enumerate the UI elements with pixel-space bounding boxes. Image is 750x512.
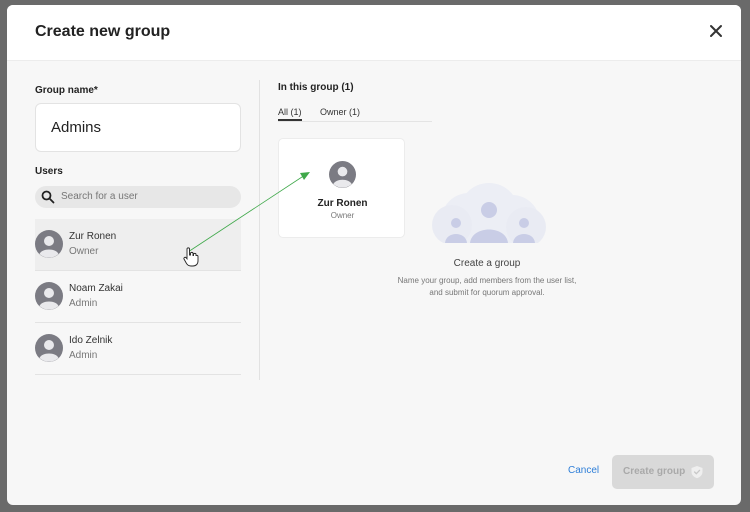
- group-name-input[interactable]: Admins: [35, 103, 241, 152]
- create-group-label: Create group: [623, 466, 686, 477]
- user-row-zur-ronen[interactable]: Zur Ronen Owner: [35, 219, 241, 271]
- member-name: Zur Ronen: [317, 198, 368, 209]
- user-row-noam-zakai[interactable]: Noam Zakai Admin: [35, 271, 241, 323]
- user-name: Zur Ronen: [69, 231, 117, 242]
- shield-check-icon: [691, 466, 703, 479]
- member-card-zur-ronen[interactable]: Zur Ronen Owner: [278, 138, 405, 238]
- close-icon[interactable]: [707, 22, 725, 40]
- user-row-ido-zelnik[interactable]: Ido Zelnik Admin: [35, 323, 241, 375]
- search-icon: [41, 190, 55, 204]
- user-search-input[interactable]: Search for a user: [35, 186, 241, 208]
- tab-owner[interactable]: Owner (1): [320, 107, 360, 117]
- user-role: Owner: [69, 246, 99, 257]
- in-group-label: In this group (1): [278, 82, 354, 93]
- user-avatar-icon: [35, 334, 63, 362]
- user-role: Admin: [69, 298, 98, 309]
- empty-state-title: Create a group: [453, 258, 521, 269]
- dialog-header: Create new group: [7, 5, 741, 61]
- user-avatar-icon: [35, 282, 63, 310]
- user-avatar-icon: [329, 161, 356, 188]
- search-placeholder: Search for a user: [61, 191, 138, 202]
- user-name: Ido Zelnik: [69, 335, 113, 346]
- group-name-label: Group name*: [35, 85, 98, 96]
- create-group-dialog: Create new group Group name* Admins User…: [7, 5, 741, 505]
- user-role: Admin: [69, 350, 98, 361]
- tab-all[interactable]: All (1): [278, 107, 302, 121]
- dialog-title: Create new group: [35, 23, 171, 40]
- users-label: Users: [35, 166, 63, 177]
- column-divider: [259, 80, 260, 380]
- user-avatar-icon: [35, 230, 63, 258]
- cancel-button[interactable]: Cancel: [568, 465, 599, 476]
- create-group-button[interactable]: Create group: [612, 455, 714, 489]
- empty-state-description-line2: and submit for quorum approval.: [429, 288, 545, 297]
- group-illustration-icon: [432, 183, 546, 251]
- member-role: Owner: [330, 211, 355, 220]
- user-name: Noam Zakai: [69, 283, 123, 294]
- empty-state-description: Name your group, add members from the us…: [382, 275, 592, 299]
- tabs-underline: [278, 121, 432, 122]
- empty-state-description-line1: Name your group, add members from the us…: [397, 276, 577, 285]
